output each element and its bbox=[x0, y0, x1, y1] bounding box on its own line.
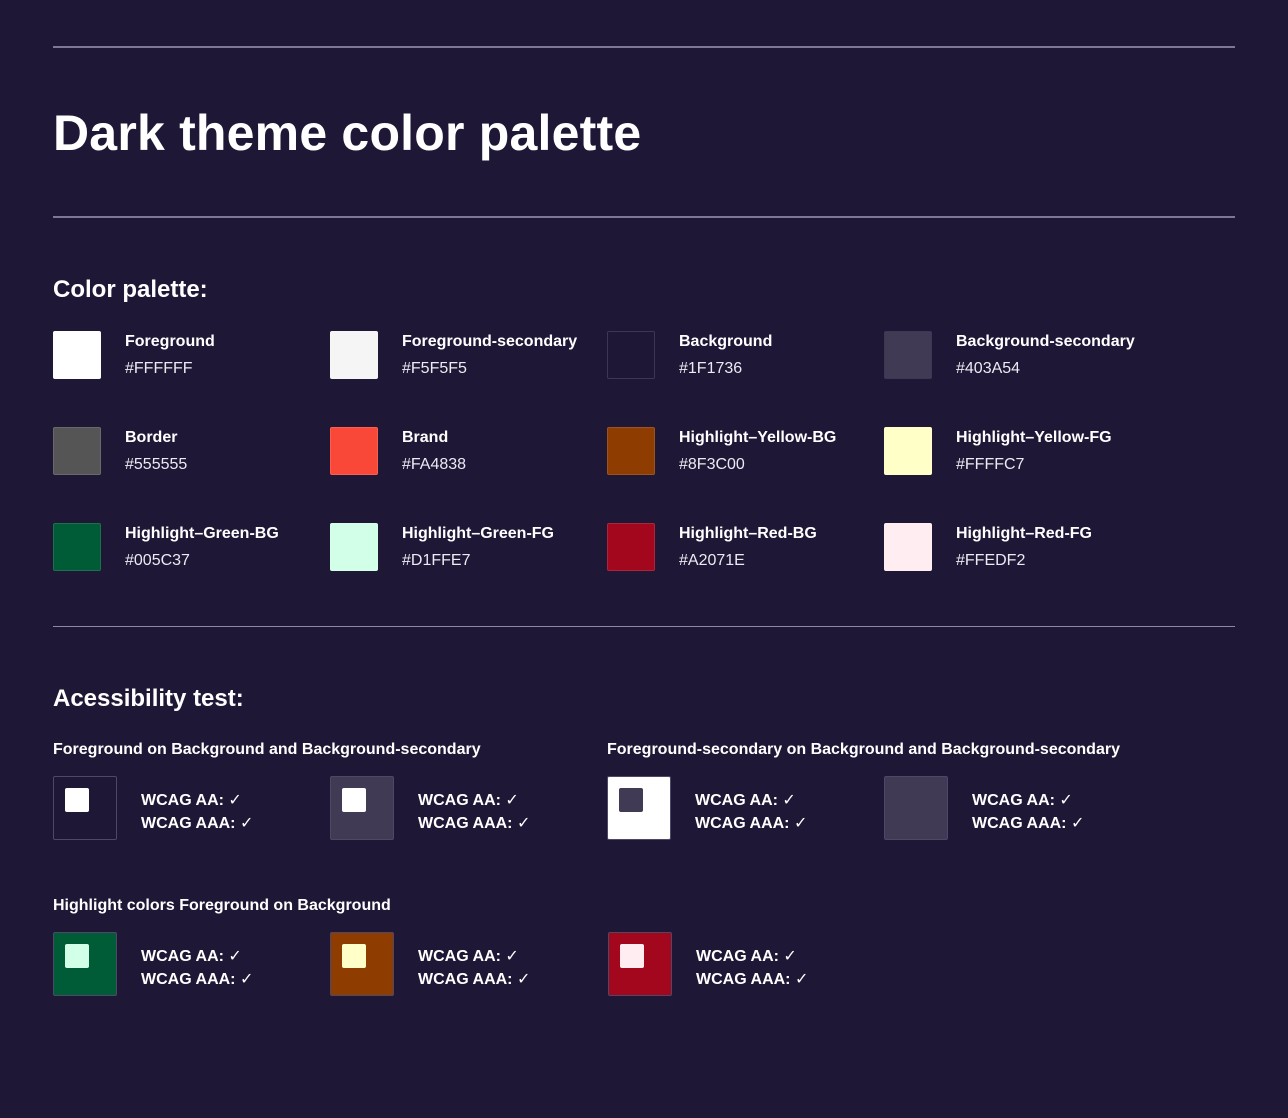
palette-section-title: Color palette: bbox=[53, 276, 208, 303]
test-group-title: Highlight colors Foreground on Backgroun… bbox=[53, 897, 391, 914]
color-name: Foreground-secondary bbox=[402, 333, 578, 350]
page-title: Dark theme color palette bbox=[53, 105, 642, 161]
palette-item-highlight-green-bg: Highlight–Green-BG #005C37 bbox=[53, 523, 323, 571]
palette-item-highlight-green-fg: Highlight–Green-FG #D1FFE7 bbox=[330, 523, 600, 571]
accessibility-section-title: Acessibility test: bbox=[53, 685, 244, 712]
test-background-swatch bbox=[884, 776, 948, 840]
color-name: Brand bbox=[402, 429, 449, 446]
test-foreground-swatch bbox=[896, 788, 920, 812]
test-background-swatch bbox=[607, 776, 671, 840]
test-foreground-swatch bbox=[619, 788, 643, 812]
contrast-test-foreground-on-background: WCAG AA: ✓ WCAG AAA: ✓ bbox=[53, 776, 303, 840]
palette-item-border: Border #555555 bbox=[53, 427, 323, 475]
contrast-test-foreground-secondary-on-background: WCAG AA: ✓ WCAG AAA: ✓ bbox=[607, 776, 857, 840]
color-name: Background-secondary bbox=[956, 333, 1135, 350]
test-results: WCAG AA: ✓ WCAG AAA: ✓ bbox=[695, 789, 807, 835]
color-name: Foreground bbox=[125, 333, 215, 350]
color-swatch bbox=[53, 523, 101, 571]
wcag-aaa-result: WCAG AAA: ✓ bbox=[141, 971, 254, 988]
color-name: Highlight–Green-FG bbox=[402, 525, 554, 542]
contrast-test-highlight-red: WCAG AA: ✓ WCAG AAA: ✓ bbox=[608, 932, 858, 996]
contrast-test-highlight-yellow: WCAG AA: ✓ WCAG AAA: ✓ bbox=[330, 932, 580, 996]
color-hex: #1F1736 bbox=[679, 360, 743, 377]
wcag-aa-result: WCAG AA: ✓ bbox=[696, 948, 797, 965]
palette-item-highlight-red-fg: Highlight–Red-FG #FFEDF2 bbox=[884, 523, 1154, 571]
test-foreground-swatch bbox=[342, 944, 366, 968]
color-name: Highlight–Red-FG bbox=[956, 525, 1092, 542]
test-background-swatch bbox=[330, 776, 394, 840]
wcag-aaa-result: WCAG AAA: ✓ bbox=[418, 815, 531, 832]
wcag-aaa-result: WCAG AAA: ✓ bbox=[972, 815, 1085, 832]
wcag-aaa-result: WCAG AAA: ✓ bbox=[696, 971, 809, 988]
test-background-swatch bbox=[53, 932, 117, 996]
color-swatch bbox=[884, 523, 932, 571]
color-swatch bbox=[330, 523, 378, 571]
color-hex: #555555 bbox=[125, 456, 188, 473]
test-results: WCAG AA: ✓ WCAG AAA: ✓ bbox=[418, 789, 530, 835]
palette-item-foreground-secondary: Foreground-secondary #F5F5F5 bbox=[330, 331, 600, 379]
palette-divider bbox=[53, 626, 1235, 627]
test-results: WCAG AA: ✓ WCAG AAA: ✓ bbox=[418, 945, 530, 991]
color-name: Border bbox=[125, 429, 178, 446]
color-hex: #403A54 bbox=[956, 360, 1021, 377]
color-hex: #FFFFFF bbox=[125, 360, 193, 377]
top-divider bbox=[53, 46, 1235, 48]
test-results: WCAG AA: ✓ WCAG AAA: ✓ bbox=[696, 945, 808, 991]
color-name: Highlight–Green-BG bbox=[125, 525, 279, 542]
color-swatch bbox=[607, 427, 655, 475]
title-divider bbox=[53, 216, 1235, 218]
color-swatch bbox=[884, 427, 932, 475]
test-group-title: Foreground-secondary on Background and B… bbox=[607, 741, 1120, 758]
color-swatch bbox=[607, 523, 655, 571]
wcag-aaa-result: WCAG AAA: ✓ bbox=[418, 971, 531, 988]
color-hex: #D1FFE7 bbox=[402, 552, 471, 569]
test-foreground-swatch bbox=[342, 788, 366, 812]
color-hex: #FFFFC7 bbox=[956, 456, 1025, 473]
palette-item-background-secondary: Background-secondary #403A54 bbox=[884, 331, 1154, 379]
color-hex: #8F3C00 bbox=[679, 456, 745, 473]
color-name: Background bbox=[679, 333, 773, 350]
test-background-swatch bbox=[53, 776, 117, 840]
test-results: WCAG AA: ✓ WCAG AAA: ✓ bbox=[141, 945, 253, 991]
color-hex: #005C37 bbox=[125, 552, 190, 569]
color-hex: #FFEDF2 bbox=[956, 552, 1026, 569]
color-hex: #F5F5F5 bbox=[402, 360, 467, 377]
test-group-title: Foreground on Background and Background-… bbox=[53, 741, 481, 758]
wcag-aa-result: WCAG AA: ✓ bbox=[418, 948, 519, 965]
color-name: Highlight–Yellow-FG bbox=[956, 429, 1112, 446]
test-background-swatch bbox=[330, 932, 394, 996]
test-background-swatch bbox=[608, 932, 672, 996]
contrast-test-highlight-green: WCAG AA: ✓ WCAG AAA: ✓ bbox=[53, 932, 303, 996]
wcag-aa-result: WCAG AA: ✓ bbox=[418, 792, 519, 809]
contrast-test-foreground-secondary-on-background-secondary: WCAG AA: ✓ WCAG AAA: ✓ bbox=[884, 776, 1134, 840]
palette-item-highlight-yellow-fg: Highlight–Yellow-FG #FFFFC7 bbox=[884, 427, 1154, 475]
color-name: Highlight–Yellow-BG bbox=[679, 429, 837, 446]
test-foreground-swatch bbox=[65, 944, 89, 968]
palette-item-brand: Brand #FA4838 bbox=[330, 427, 600, 475]
color-hex: #A2071E bbox=[679, 552, 745, 569]
palette-item-background: Background #1F1736 bbox=[607, 331, 877, 379]
color-swatch bbox=[53, 427, 101, 475]
color-swatch bbox=[330, 427, 378, 475]
test-foreground-swatch bbox=[65, 788, 89, 812]
palette-item-foreground: Foreground #FFFFFF bbox=[53, 331, 323, 379]
wcag-aaa-result: WCAG AAA: ✓ bbox=[141, 815, 254, 832]
color-swatch bbox=[53, 331, 101, 379]
color-hex: #FA4838 bbox=[402, 456, 467, 473]
palette-item-highlight-red-bg: Highlight–Red-BG #A2071E bbox=[607, 523, 877, 571]
color-swatch bbox=[884, 331, 932, 379]
contrast-test-foreground-on-background-secondary: WCAG AA: ✓ WCAG AAA: ✓ bbox=[330, 776, 580, 840]
wcag-aa-result: WCAG AA: ✓ bbox=[695, 792, 796, 809]
test-foreground-swatch bbox=[620, 944, 644, 968]
palette-item-highlight-yellow-bg: Highlight–Yellow-BG #8F3C00 bbox=[607, 427, 877, 475]
color-name: Highlight–Red-BG bbox=[679, 525, 817, 542]
wcag-aa-result: WCAG AA: ✓ bbox=[141, 792, 242, 809]
wcag-aaa-result: WCAG AAA: ✓ bbox=[695, 815, 808, 832]
color-swatch bbox=[607, 331, 655, 379]
wcag-aa-result: WCAG AA: ✓ bbox=[141, 948, 242, 965]
wcag-aa-result: WCAG AA: ✓ bbox=[972, 792, 1073, 809]
color-swatch bbox=[330, 331, 378, 379]
test-results: WCAG AA: ✓ WCAG AAA: ✓ bbox=[972, 789, 1084, 835]
test-results: WCAG AA: ✓ WCAG AAA: ✓ bbox=[141, 789, 253, 835]
